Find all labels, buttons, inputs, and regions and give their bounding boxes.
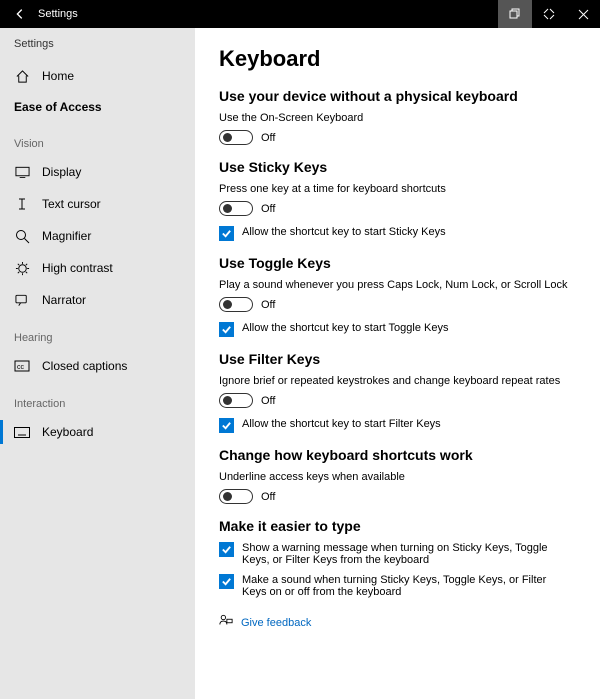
sidebar-group-hearing: Hearing <box>0 316 195 350</box>
section-heading-shortcuts: Change how keyboard shortcuts work <box>219 447 576 463</box>
close-icon <box>578 9 589 20</box>
section-heading-osk: Use your device without a physical keybo… <box>219 88 576 104</box>
high-contrast-icon <box>14 260 30 276</box>
warning-checkbox[interactable] <box>219 542 234 557</box>
sticky-toggle-state: Off <box>261 203 275 215</box>
sound-checkbox[interactable] <box>219 574 234 589</box>
sidebar-section-ease-of-access[interactable]: Ease of Access <box>0 92 195 122</box>
togglekeys-toggle[interactable] <box>219 297 253 312</box>
feedback-label: Give feedback <box>241 617 311 629</box>
togglekeys-shortcut-label: Allow the shortcut key to start Toggle K… <box>242 322 448 334</box>
magnifier-icon <box>14 228 30 244</box>
osk-toggle[interactable] <box>219 130 253 145</box>
filter-toggle-state: Off <box>261 395 275 407</box>
osk-desc: Use the On-Screen Keyboard <box>219 112 576 124</box>
maximize-button[interactable] <box>532 0 566 28</box>
text-cursor-icon <box>14 196 30 212</box>
titlebar-title: Settings <box>38 8 78 20</box>
keyboard-icon <box>14 424 30 440</box>
togglekeys-shortcut-checkbox[interactable] <box>219 322 234 337</box>
sidebar-item-label: Magnifier <box>42 229 91 243</box>
section-heading-toggle: Use Toggle Keys <box>219 255 576 271</box>
sidebar-group-interaction: Interaction <box>0 382 195 416</box>
narrator-icon <box>14 292 30 308</box>
feedback-icon <box>219 614 233 631</box>
underline-toggle[interactable] <box>219 489 253 504</box>
sidebar-item-magnifier[interactable]: Magnifier <box>0 220 195 252</box>
osk-toggle-state: Off <box>261 132 275 144</box>
sidebar-item-closed-captions[interactable]: cc Closed captions <box>0 350 195 382</box>
filter-toggle[interactable] <box>219 393 253 408</box>
section-heading-filter: Use Filter Keys <box>219 351 576 367</box>
arrow-left-icon <box>13 7 27 21</box>
give-feedback-link[interactable]: Give feedback <box>219 614 576 631</box>
sticky-toggle[interactable] <box>219 201 253 216</box>
sidebar-item-label: Narrator <box>42 293 86 307</box>
sound-checkbox-label: Make a sound when turning Sticky Keys, T… <box>242 574 559 598</box>
sidebar-item-label: Keyboard <box>42 425 93 439</box>
svg-text:cc: cc <box>17 364 25 371</box>
content-area: Keyboard Use your device without a physi… <box>195 28 600 699</box>
sidebar-item-high-contrast[interactable]: High contrast <box>0 252 195 284</box>
togglekeys-toggle-state: Off <box>261 299 275 311</box>
sidebar-item-label: Ease of Access <box>14 100 102 114</box>
underline-toggle-state: Off <box>261 491 275 503</box>
sticky-desc: Press one key at a time for keyboard sho… <box>219 183 576 195</box>
close-button[interactable] <box>566 0 600 28</box>
filter-desc: Ignore brief or repeated keystrokes and … <box>219 375 576 387</box>
section-heading-sticky: Use Sticky Keys <box>219 159 576 175</box>
sidebar-item-home[interactable]: Home <box>0 60 195 92</box>
sidebar-item-label: Closed captions <box>42 359 127 373</box>
restore-button[interactable] <box>498 0 532 28</box>
sidebar-item-label: High contrast <box>42 261 113 275</box>
section-heading-easier: Make it easier to type <box>219 518 576 534</box>
titlebar: Settings <box>0 0 600 28</box>
sticky-shortcut-label: Allow the shortcut key to start Sticky K… <box>242 226 446 238</box>
breadcrumb: Settings <box>0 34 195 60</box>
filter-shortcut-label: Allow the shortcut key to start Filter K… <box>242 418 441 430</box>
togglekeys-desc: Play a sound whenever you press Caps Loc… <box>219 279 576 291</box>
sidebar-group-vision: Vision <box>0 122 195 156</box>
home-icon <box>14 68 30 84</box>
sidebar-item-label: Text cursor <box>42 197 101 211</box>
sidebar-item-narrator[interactable]: Narrator <box>0 284 195 316</box>
sidebar-item-display[interactable]: Display <box>0 156 195 188</box>
sidebar-item-text-cursor[interactable]: Text cursor <box>0 188 195 220</box>
display-icon <box>14 164 30 180</box>
sidebar: Settings Home Ease of Access Vision Disp… <box>0 28 195 699</box>
filter-shortcut-checkbox[interactable] <box>219 418 234 433</box>
sidebar-item-label: Home <box>42 69 74 83</box>
restore-icon <box>509 8 521 20</box>
closed-captions-icon: cc <box>14 358 30 374</box>
sidebar-item-keyboard[interactable]: Keyboard <box>0 416 195 448</box>
back-button[interactable] <box>6 0 34 28</box>
maximize-icon <box>543 8 555 20</box>
sidebar-item-label: Display <box>42 165 81 179</box>
warning-checkbox-label: Show a warning message when turning on S… <box>242 542 559 566</box>
shortcuts-desc: Underline access keys when available <box>219 471 576 483</box>
page-title: Keyboard <box>219 46 576 72</box>
sticky-shortcut-checkbox[interactable] <box>219 226 234 241</box>
